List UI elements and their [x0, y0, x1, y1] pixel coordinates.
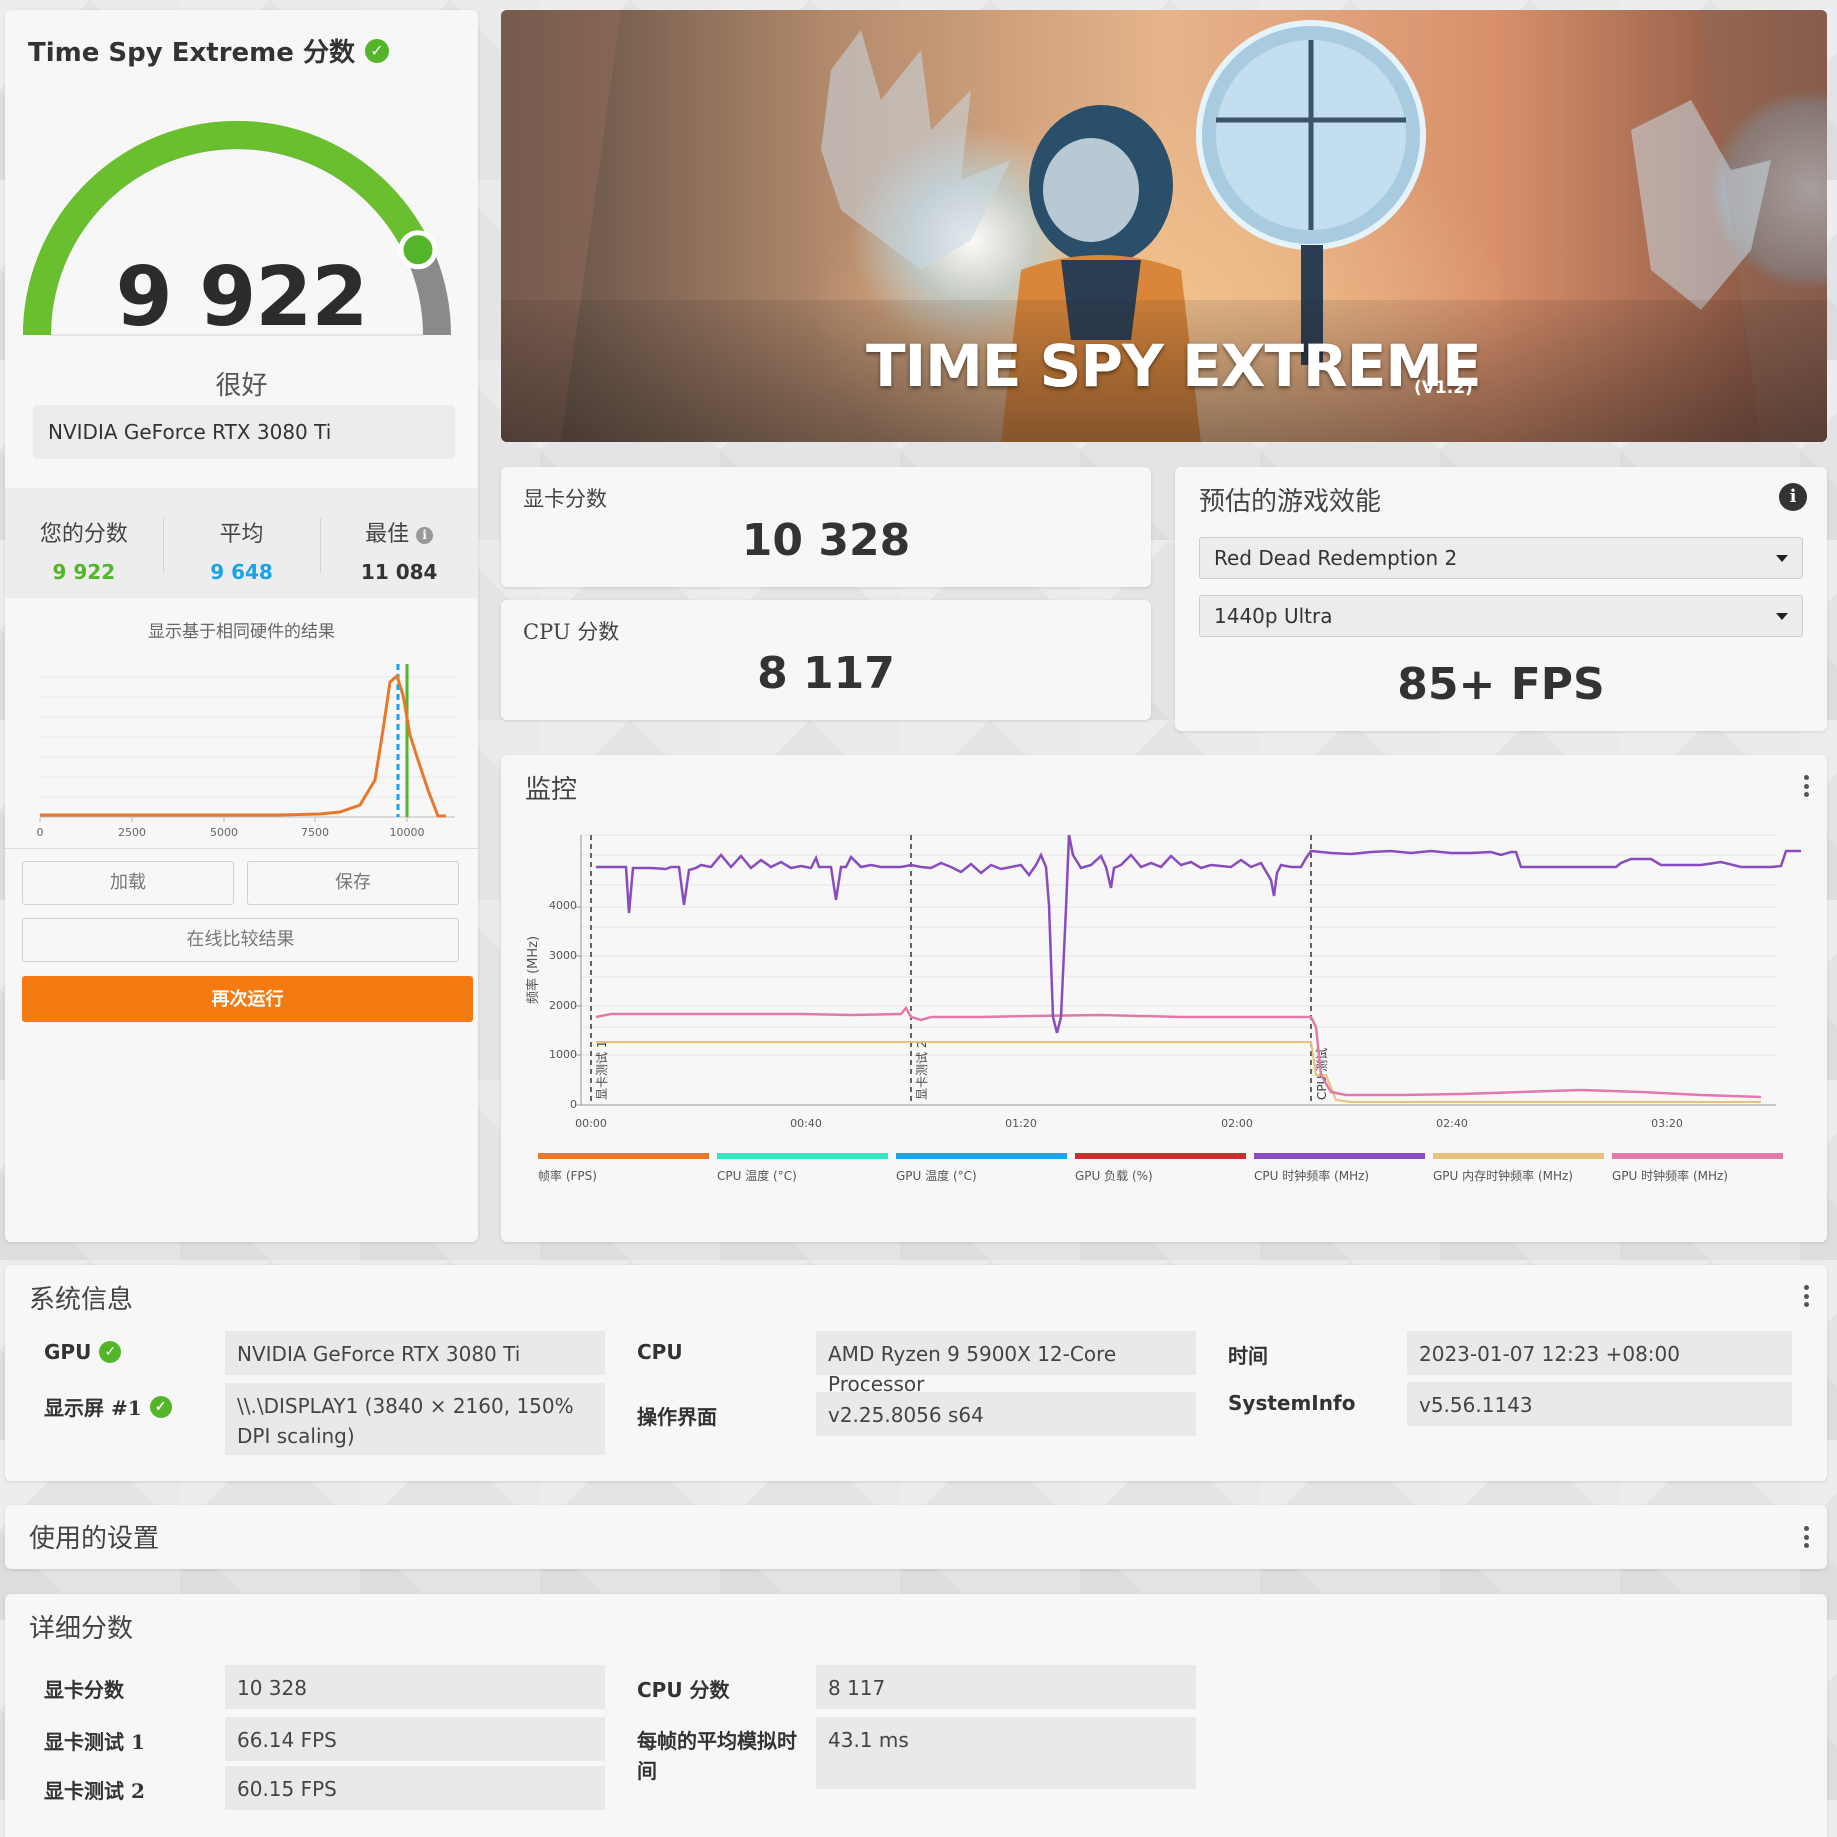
svg-text:00:40: 00:40	[790, 1117, 822, 1130]
monitoring-chart: 4000 3000 2000 1000 0 频率 (MHz) 00:00 00:…	[525, 834, 1801, 1183]
cpu-value: AMD Ryzen 9 5900X 12-Core Processor	[816, 1331, 1196, 1396]
svg-text:显卡测试 1: 显卡测试 1	[594, 1041, 609, 1100]
total-score: 9 922	[115, 250, 369, 345]
display-value: \\.\DISPLAY1 (3840 × 2160, 150% DPI scal…	[225, 1383, 605, 1455]
gpu-value: NVIDIA GeForce RTX 3080 Ti	[225, 1331, 605, 1375]
gpu-label: GPU ✓	[44, 1340, 122, 1364]
legend-swatch[interactable]	[538, 1153, 709, 1159]
display-label: 显示屏 #1 ✓	[44, 1392, 172, 1421]
save-button[interactable]: 保存	[247, 861, 459, 905]
score-panel: Time Spy Extreme 分数 ✓ 9 922 很好 NVIDIA Ge…	[5, 10, 478, 1242]
score-comparison: 您的分数 9 922 平均 9 648 最佳 i 11 084	[5, 488, 478, 598]
legend-label[interactable]: 帧率 (FPS)	[538, 1168, 597, 1183]
verified-check-icon: ✓	[149, 1395, 172, 1418]
estimated-fps: 85+ FPS	[1397, 659, 1605, 710]
info-icon[interactable]: i	[1779, 483, 1807, 511]
svg-text:7500: 7500	[301, 826, 329, 839]
load-button[interactable]: 加载	[22, 861, 234, 905]
benchmark-banner: TIME SPY EXTREME (V1.2)	[501, 10, 1827, 442]
settings-used-panel[interactable]: 使用的设置	[5, 1505, 1827, 1569]
detail-gpu-score-label: 显卡分数	[44, 1678, 124, 1702]
graphics-test-1-label: 显卡测试 1	[44, 1730, 145, 1754]
series-cpu-clock	[596, 834, 1801, 1034]
run-again-button[interactable]: 再次运行	[22, 976, 473, 1022]
system-info-panel: 系统信息 GPU ✓ NVIDIA GeForce RTX 3080 Ti 显示…	[5, 1265, 1827, 1481]
time-label: 时间	[1228, 1344, 1268, 1368]
svg-text:00:00: 00:00	[575, 1117, 607, 1130]
estimated-game-performance: 预估的游戏效能 i Red Dead Redemption 2 1440p Ul…	[1175, 467, 1827, 731]
verified-check-icon: ✓	[99, 1341, 122, 1363]
series-gpu-clock	[595, 1005, 1762, 1099]
ui-version-value: v2.25.8056 s64	[816, 1392, 1196, 1436]
best-score: 最佳 i 11 084	[320, 488, 478, 598]
legend-swatch[interactable]	[717, 1153, 888, 1159]
chevron-down-icon	[1776, 613, 1788, 620]
detail-gpu-score-value: 10 328	[225, 1665, 605, 1709]
legend-label[interactable]: CPU 时钟频率 (MHz)	[1254, 1168, 1369, 1183]
svg-text:02:40: 02:40	[1436, 1117, 1468, 1130]
svg-text:1000: 1000	[549, 1048, 577, 1061]
game-select[interactable]: Red Dead Redemption 2	[1199, 537, 1803, 579]
graphics-test-2-label: 显卡测试 2	[44, 1779, 145, 1803]
gpu-score-card: 显卡分数 10 328	[501, 467, 1151, 587]
average-score: 平均 9 648	[162, 488, 321, 598]
more-options-icon[interactable]	[1803, 1285, 1809, 1307]
legend-swatch[interactable]	[1433, 1153, 1604, 1159]
more-options-icon[interactable]	[1803, 1526, 1809, 1548]
svg-text:2000: 2000	[549, 999, 577, 1012]
series-gpu-memory-clock	[596, 1041, 1761, 1103]
legend-label[interactable]: GPU 时钟频率 (MHz)	[1612, 1168, 1728, 1183]
legend-label[interactable]: CPU 温度 (°C)	[717, 1168, 797, 1183]
gpu-name: NVIDIA GeForce RTX 3080 Ti	[33, 405, 455, 459]
detailed-scores-panel: 详细分数 显卡分数 10 328 显卡测试 1 66.14 FPS 显卡测试 2…	[5, 1594, 1827, 1837]
banner-version: (V1.2)	[1414, 378, 1473, 398]
compare-online-button[interactable]: 在线比较结果	[22, 918, 459, 962]
svg-text:03:20: 03:20	[1651, 1117, 1683, 1130]
graphics-test-1-value: 66.14 FPS	[225, 1717, 605, 1761]
score-rating: 很好	[215, 371, 268, 401]
verified-check-icon: ✓	[364, 38, 389, 63]
cpu-sim-time-value: 43.1 ms	[816, 1717, 1196, 1789]
legend-swatch[interactable]	[1612, 1153, 1783, 1159]
score-title: Time Spy Extreme 分数 ✓	[28, 32, 389, 69]
legend-label[interactable]: GPU 内存时钟频率 (MHz)	[1433, 1168, 1573, 1183]
svg-text:02:00: 02:00	[1221, 1117, 1253, 1130]
legend-label[interactable]: GPU 负载 (%)	[1075, 1169, 1153, 1183]
systeminfo-label: SystemInfo	[1228, 1391, 1356, 1415]
banner-title: TIME SPY EXTREME	[866, 332, 1482, 400]
svg-text:显卡测试 2: 显卡测试 2	[914, 1041, 929, 1100]
svg-text:01:20: 01:20	[1005, 1117, 1037, 1130]
detail-cpu-score-label: CPU 分数	[637, 1678, 730, 1702]
legend-swatch[interactable]	[896, 1153, 1067, 1159]
svg-text:2500: 2500	[118, 826, 146, 839]
svg-text:4000: 4000	[549, 899, 577, 912]
detail-cpu-score-value: 8 117	[816, 1665, 1196, 1709]
resolution-select[interactable]: 1440p Ultra	[1199, 595, 1803, 637]
legend-swatch[interactable]	[1254, 1153, 1425, 1159]
chevron-down-icon	[1776, 555, 1788, 562]
cpu-sim-time-label: 每帧的平均模拟时间	[637, 1729, 797, 1783]
systeminfo-value: v5.56.1143	[1407, 1382, 1792, 1426]
monitoring-panel: 监控 4000 3000 2000 1000 0 频率 (MHz) 00:00 …	[501, 755, 1827, 1242]
time-value: 2023-01-07 12:23 +08:00	[1407, 1331, 1792, 1375]
score-histogram: 0 2500 5000 7500 10000	[37, 664, 455, 839]
svg-text:3000: 3000	[549, 949, 577, 962]
gpu-score-value: 10 328	[741, 515, 911, 566]
y-axis-label: 频率 (MHz)	[525, 936, 541, 1004]
svg-text:10000: 10000	[390, 826, 425, 839]
legend-label[interactable]: GPU 温度 (°C)	[896, 1168, 977, 1183]
svg-text:5000: 5000	[210, 826, 238, 839]
histogram-caption: 显示基于相同硬件的结果	[148, 622, 335, 642]
cpu-score-card: CPU 分数 8 117	[501, 600, 1151, 720]
graphics-test-2-value: 60.15 FPS	[225, 1766, 605, 1810]
your-score: 您的分数 9 922	[39, 522, 128, 584]
legend-swatch[interactable]	[1075, 1153, 1246, 1159]
info-icon[interactable]: i	[416, 527, 434, 544]
svg-text:0: 0	[570, 1098, 577, 1111]
ui-version-label: 操作界面	[637, 1405, 717, 1429]
svg-text:0: 0	[37, 826, 44, 839]
cpu-score-value: 8 117	[757, 648, 895, 699]
cpu-label: CPU	[637, 1340, 683, 1364]
chart-legend: 帧率 (FPS) CPU 温度 (°C) GPU 温度 (°C) GPU 负载 (%)…	[538, 1153, 1783, 1183]
